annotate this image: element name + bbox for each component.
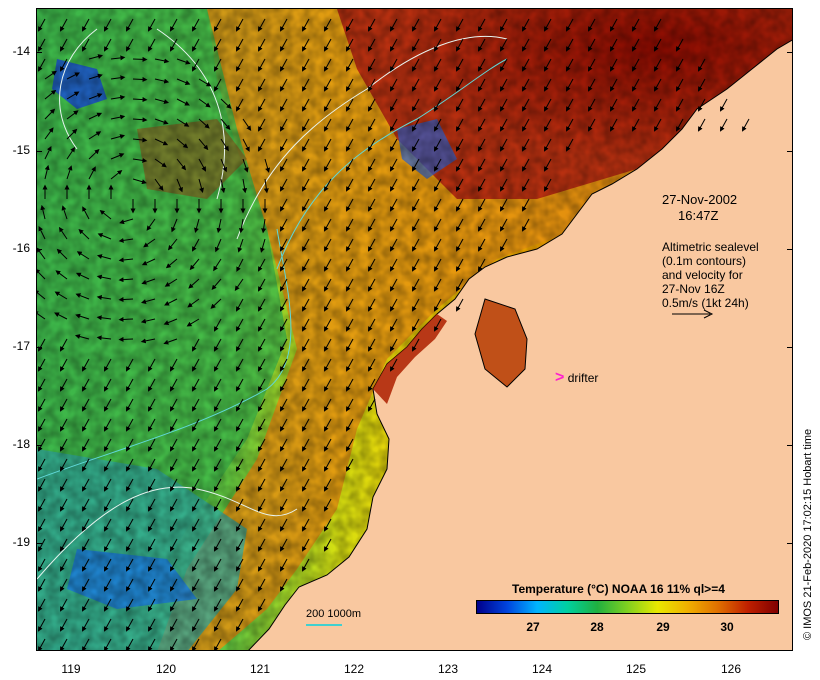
axis-tick xyxy=(36,52,42,53)
date-annotation: 27-Nov-2002 16:47Z xyxy=(662,192,737,224)
contour-key: 200 1000m xyxy=(306,608,362,626)
drifter-icon: > xyxy=(555,369,565,386)
altimetry-line: 27-Nov 16Z xyxy=(662,282,725,296)
axis-tick xyxy=(36,445,42,446)
lat-label: -19 xyxy=(12,535,30,549)
axis-tick xyxy=(36,249,42,250)
lon-label: 123 xyxy=(437,662,459,676)
axis-tick xyxy=(36,543,42,544)
lat-label: -14 xyxy=(12,44,30,58)
time-line: 16:47Z xyxy=(678,208,719,223)
axis-tick xyxy=(36,347,42,348)
drifter-label: drifter xyxy=(567,371,599,385)
credit-text: © IMOS 21-Feb-2020 17:02:15 Hobart time xyxy=(802,428,814,640)
lon-label: 124 xyxy=(531,662,553,676)
colorbar-tick: 30 xyxy=(720,620,734,634)
axis-tick xyxy=(787,249,793,250)
sst-map-frame xyxy=(36,8,793,651)
sst-map xyxy=(37,9,792,650)
velocity-vector xyxy=(132,56,148,62)
axis-tick xyxy=(36,151,42,152)
axis-tick xyxy=(787,151,793,152)
velocity-vector xyxy=(132,76,148,82)
velocity-vector xyxy=(132,97,148,103)
axis-tick xyxy=(787,543,793,544)
altimetry-line: (0.1m contours) xyxy=(662,254,747,268)
velocity-vector xyxy=(118,316,134,322)
lon-label: 120 xyxy=(155,662,177,676)
colorbar-tick: 29 xyxy=(656,620,670,634)
altimetry-legend: Altimetric sealevel (0.1m contours) and … xyxy=(662,240,759,310)
velocity-vector xyxy=(118,297,134,303)
lon-label: 121 xyxy=(249,662,271,676)
contour-key-line xyxy=(306,624,342,626)
axis-tick xyxy=(787,52,793,53)
altimetry-line: Altimetric sealevel xyxy=(662,240,759,254)
axis-tick xyxy=(787,445,793,446)
lat-label: -17 xyxy=(12,339,30,353)
lat-label: -16 xyxy=(12,241,30,255)
colorbar-tick: 27 xyxy=(526,620,540,634)
date-line: 27-Nov-2002 xyxy=(662,192,738,207)
axis-tick xyxy=(787,347,793,348)
colorbar-tick: 28 xyxy=(590,620,604,634)
lon-label: 126 xyxy=(720,662,742,676)
altimetry-line: and velocity for xyxy=(662,268,743,282)
contour-key-label: 200 1000m xyxy=(306,608,362,620)
temperature-colorbar xyxy=(476,600,779,614)
drifter-legend: > drifter xyxy=(555,369,598,387)
lat-label: -15 xyxy=(12,143,30,157)
lat-label: -18 xyxy=(12,437,30,451)
velocity-scale-arrow xyxy=(672,309,714,319)
lon-label: 125 xyxy=(625,662,647,676)
velocity-vector xyxy=(118,336,134,342)
colorbar-title: Temperature (°C) NOAA 16 11% ql>=4 xyxy=(512,582,725,596)
lon-label: 119 xyxy=(61,662,81,676)
lon-label: 122 xyxy=(343,662,365,676)
